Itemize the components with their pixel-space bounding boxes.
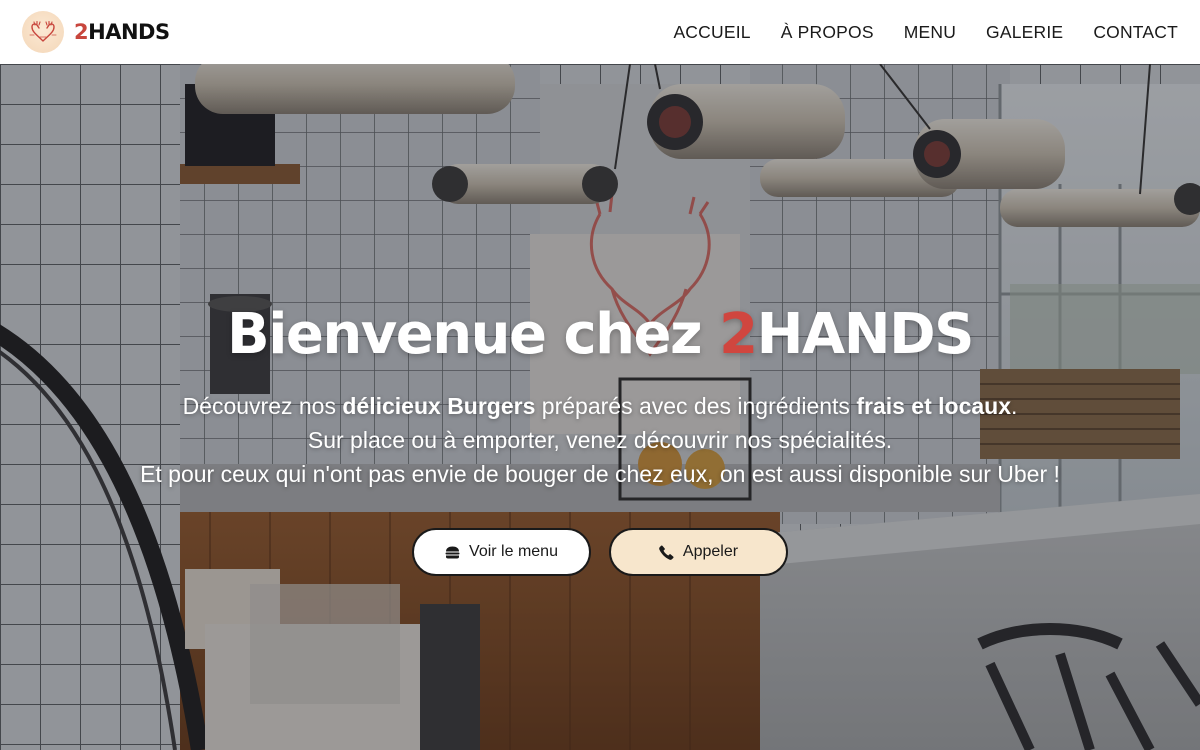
hero-line-1: Découvrez nos délicieux Burgers préparés… (182, 393, 1018, 419)
phone-icon (659, 544, 674, 560)
nav-item-a-propos[interactable]: À PROPOS (781, 22, 874, 42)
nav-item-contact[interactable]: CONTACT (1093, 22, 1178, 42)
nav-item-accueil[interactable]: ACCUEIL (673, 22, 750, 42)
nav-item-menu[interactable]: MENU (904, 22, 956, 42)
view-menu-button[interactable]: Voir le menu (412, 528, 591, 576)
hero-description: Découvrez nos délicieux Burgers préparés… (140, 389, 1060, 491)
hands-heart-logo-icon (22, 11, 64, 53)
call-label: Appeler (682, 543, 739, 560)
brand-name: 2HANDS (74, 20, 170, 44)
view-menu-label: Voir le menu (469, 543, 558, 560)
hero-buttons: Voir le menu Appeler (412, 528, 788, 576)
site-header: 2HANDS ACCUEIL À PROPOS MENU GALERIE CON… (0, 0, 1200, 64)
burger-icon (445, 546, 460, 559)
hero-title: Bienvenue chez 2HANDS (227, 302, 974, 367)
brand-link[interactable]: 2HANDS (22, 11, 170, 53)
main-nav: ACCUEIL À PROPOS MENU GALERIE CONTACT (673, 22, 1178, 43)
nav-item-galerie[interactable]: GALERIE (986, 22, 1063, 42)
hero-line-2: Sur place ou à emporter, venez découvrir… (307, 427, 893, 453)
hero-line-3: Et pour ceux qui n'ont pas envie de boug… (140, 461, 1060, 487)
hero-section: Bienvenue chez 2HANDS Découvrez nos déli… (0, 64, 1200, 750)
hero-content: Bienvenue chez 2HANDS Découvrez nos déli… (0, 64, 1200, 750)
call-button[interactable]: Appeler (609, 528, 788, 576)
